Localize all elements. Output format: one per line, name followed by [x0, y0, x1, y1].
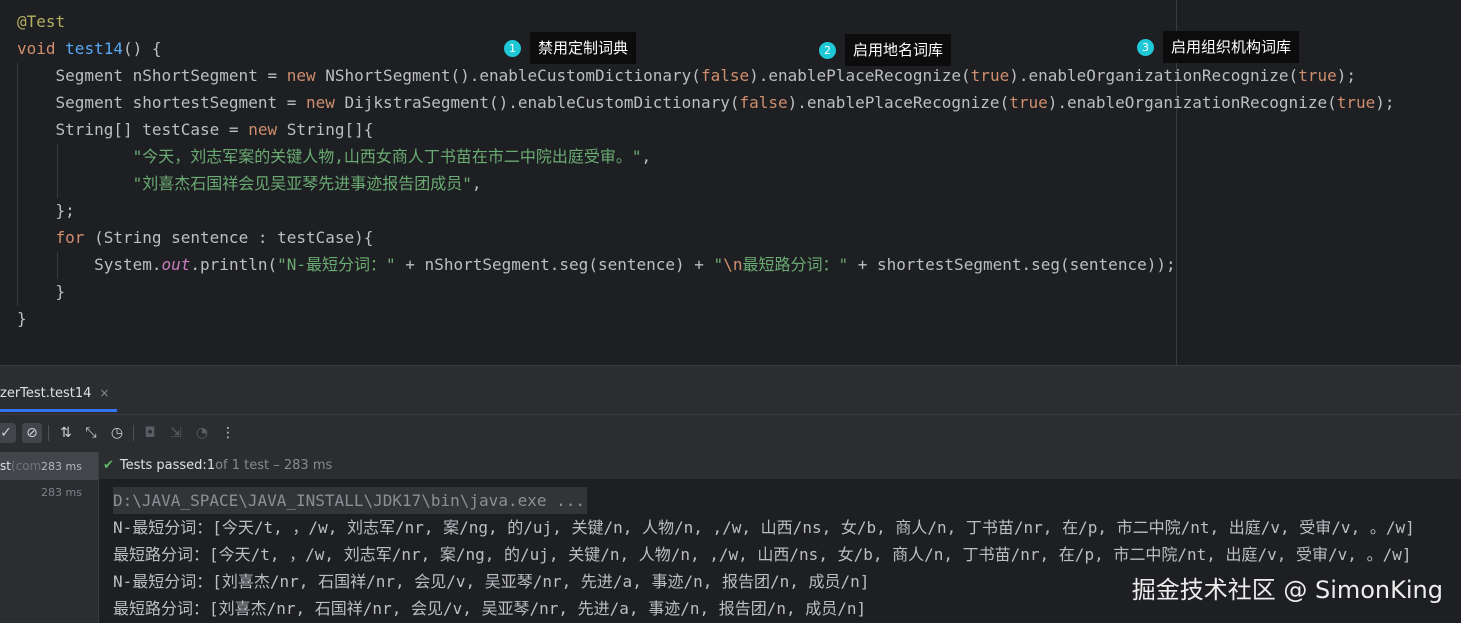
- code-line-9[interactable]: for (String sentence : testCase){: [17, 224, 374, 251]
- callout-label: 启用地名词库: [845, 34, 952, 66]
- code-line-1[interactable]: @Test: [17, 8, 65, 35]
- check-icon: ✔: [103, 457, 114, 473]
- callout-2: 2 启用地名词库: [819, 34, 952, 66]
- run-tab-bar: zerTest.test14 ×: [0, 377, 1461, 414]
- callout-label: 启用组织机构词库: [1163, 31, 1300, 63]
- console-command-line[interactable]: D:\JAVA_SPACE\JAVA_INSTALL\JDK17\bin\jav…: [113, 487, 588, 514]
- status-prefix: Tests passed:: [119, 457, 207, 473]
- sort-icon[interactable]: ⇅: [56, 423, 76, 443]
- more-vertical-icon[interactable]: ⋮: [218, 423, 238, 443]
- console-line: N-最短分词：[今天/t, ，/w, 刘志军/nr, 案/ng, 的/uj, 关…: [113, 518, 1415, 537]
- console-line: 最短路分词：[刘喜杰/nr, 石国祥/nr, 会见/v, 吴亚琴/nr, 先进/…: [113, 599, 867, 618]
- code-line-6[interactable]: "今天，刘志军案的关键人物,山西女商人丁书苗在市二中院出庭受审。",: [17, 143, 652, 170]
- stop-circle-icon[interactable]: ⊘: [22, 423, 42, 443]
- collapse-icon[interactable]: ⤡: [81, 423, 101, 443]
- status-count: 1: [206, 457, 216, 473]
- code-editor[interactable]: @Test void test14() { Segment nShortSegm…: [0, 0, 1461, 365]
- console-line: N-最短分词：[刘喜杰/nr, 石国祥/nr, 会见/v, 吴亚琴/nr, 先进…: [113, 572, 870, 591]
- callout-1: 1 禁用定制词典: [504, 32, 637, 64]
- callout-3: 3 启用组织机构词库: [1137, 31, 1300, 63]
- console-line: 最短路分词：[今天/t, ，/w, 刘志军/nr, 案/ng, 的/uj, 关键…: [113, 545, 1412, 564]
- code-line-11[interactable]: }: [17, 278, 66, 305]
- toolbar-separator: [48, 425, 49, 441]
- test-tree-row[interactable]: 283 ms: [0, 478, 98, 506]
- camera-icon[interactable]: ◘: [140, 423, 160, 443]
- code-line-8[interactable]: };: [17, 197, 75, 224]
- history-icon[interactable]: ◔: [192, 423, 212, 443]
- test-name: st: [0, 459, 11, 473]
- test-tree: st (com 283 ms 283 ms: [0, 451, 99, 623]
- code-line-3[interactable]: Segment nShortSegment = new NShortSegmen…: [17, 62, 1356, 89]
- run-tab-test14[interactable]: zerTest.test14 ×: [0, 377, 117, 412]
- code-line-4[interactable]: Segment shortestSegment = new DijkstraSe…: [17, 89, 1395, 116]
- callout-label: 禁用定制词典: [530, 32, 637, 64]
- watermark: 掘金技术社区 @ SimonKing: [1131, 576, 1443, 604]
- code-line-12[interactable]: }: [17, 305, 27, 332]
- code-line-2[interactable]: void test14() {: [17, 35, 162, 62]
- code-line-10[interactable]: System.out.println("N-最短分词：" + nShortSeg…: [17, 251, 1176, 278]
- check-icon[interactable]: ✓: [0, 423, 16, 443]
- callout-badge: 1: [504, 39, 521, 57]
- code-line-5[interactable]: String[] testCase = new String[]{: [17, 116, 374, 143]
- code-line-7[interactable]: "刘喜杰石国祥会见吴亚琴先进事迹报告团成员",: [17, 170, 482, 197]
- callout-badge: 2: [819, 41, 836, 59]
- test-status-bar: ✔ Tests passed: 1 of 1 test – 283 ms: [99, 451, 1461, 479]
- test-duration: 283 ms: [41, 485, 82, 499]
- clock-icon[interactable]: ◷: [107, 423, 127, 443]
- test-package: (com: [10, 459, 42, 473]
- callout-badge: 3: [1137, 38, 1154, 56]
- status-suffix: of 1 test – 283 ms: [215, 457, 333, 473]
- run-toolbar: ✓ ⊘ ⇅ ⤡ ◷ ◘ ⇲ ◔ ⋮: [0, 414, 1461, 451]
- run-tab-label: zerTest.test14: [0, 385, 92, 401]
- test-tree-row[interactable]: st (com 283 ms: [0, 452, 98, 480]
- close-icon[interactable]: ×: [99, 386, 109, 400]
- toolbar-separator: [133, 425, 134, 441]
- import-icon[interactable]: ⇲: [166, 423, 186, 443]
- test-duration: 283 ms: [41, 459, 82, 473]
